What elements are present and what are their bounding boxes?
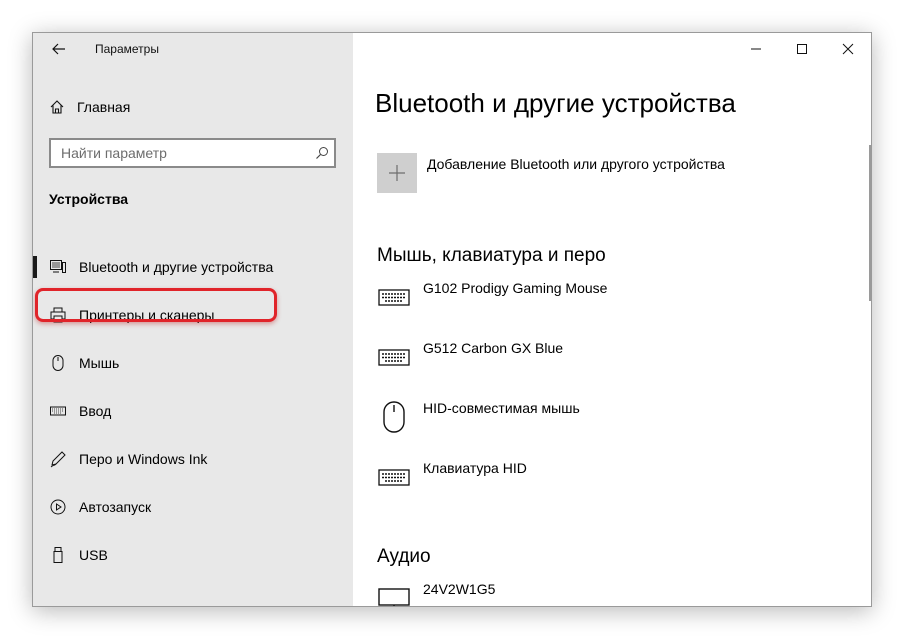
scrollbar[interactable] [869, 145, 871, 301]
app-title: Параметры [95, 42, 159, 56]
minimize-icon [751, 48, 761, 50]
device-item[interactable]: Клавиатура HID [377, 460, 527, 494]
maximize-icon [797, 44, 807, 54]
sidebar-item-autoplay[interactable]: Автозапуск [33, 483, 353, 531]
close-icon [842, 43, 854, 55]
search-box[interactable] [49, 138, 336, 168]
sidebar-item-input[interactable]: Ввод [33, 387, 353, 435]
section-heading: Устройства [49, 191, 129, 207]
sidebar-item-mouse[interactable]: Мышь [33, 339, 353, 387]
main-pane: Bluetooth и другие устройства Добавление… [353, 33, 871, 606]
maximize-button[interactable] [779, 33, 825, 65]
devices-icon [49, 258, 67, 276]
plus-icon [389, 165, 405, 181]
device-name: HID-совместимая мышь [423, 400, 580, 416]
keyboard-icon [377, 280, 411, 314]
add-device-button[interactable]: Добавление Bluetooth или другого устройс… [377, 153, 725, 193]
sidebar-item-usb[interactable]: USB [33, 531, 353, 579]
sidebar-item-label: Bluetooth и другие устройства [79, 259, 274, 275]
device-item[interactable]: G512 Carbon GX Blue [377, 340, 563, 374]
device-name: Клавиатура HID [423, 460, 527, 476]
minimize-button[interactable] [733, 33, 779, 65]
device-name: G102 Prodigy Gaming Mouse [423, 280, 608, 296]
keyboard-icon [377, 460, 411, 494]
home-nav-item[interactable]: Главная [49, 97, 130, 117]
settings-window: Параметры Главная Устройства [32, 32, 872, 607]
sidebar-item-label: USB [79, 547, 108, 563]
group-heading-audio: Аудио [377, 546, 431, 567]
sidebar-item-pen[interactable]: Перо и Windows Ink [33, 435, 353, 483]
sidebar-item-label: Мышь [79, 355, 120, 371]
keyboard-icon [49, 402, 67, 420]
autoplay-icon [49, 498, 67, 516]
monitor-icon [377, 581, 411, 606]
device-name: 24V2W1G5 [423, 581, 496, 597]
add-device-label: Добавление Bluetooth или другого устройс… [427, 156, 725, 172]
back-button[interactable] [51, 41, 67, 57]
mouse-icon [377, 400, 411, 434]
usb-icon [49, 546, 67, 564]
group-heading-input-devices: Мышь, клавиатура и перо [377, 245, 606, 266]
sidebar-nav: Bluetooth и другие устройства Принтеры и… [33, 243, 353, 579]
sidebar-item-label: Ввод [79, 403, 112, 419]
sidebar-item-printers[interactable]: Принтеры и сканеры [33, 291, 353, 339]
sidebar-item-label: Принтеры и сканеры [79, 307, 215, 323]
device-name: G512 Carbon GX Blue [423, 340, 564, 356]
device-item[interactable]: G102 Prodigy Gaming Mouse [377, 280, 607, 314]
device-item[interactable]: HID-совместимая мышь [377, 400, 580, 434]
mouse-icon [49, 354, 67, 372]
sidebar-item-label: Перо и Windows Ink [79, 451, 208, 467]
sidebar-item-bluetooth[interactable]: Bluetooth и другие устройства [33, 243, 353, 291]
search-icon[interactable] [310, 146, 334, 160]
home-icon [50, 100, 64, 114]
add-tile [377, 153, 417, 193]
device-item[interactable]: 24V2W1G5 [377, 581, 496, 606]
sidebar-item-label: Автозапуск [79, 499, 152, 515]
search-input[interactable] [51, 140, 310, 166]
home-label: Главная [77, 99, 131, 115]
sidebar: Параметры Главная Устройства [33, 33, 353, 606]
printer-icon [49, 306, 67, 324]
page-title: Bluetooth и другие устройства [375, 88, 736, 118]
back-arrow-icon [52, 43, 65, 55]
close-button[interactable] [825, 33, 871, 65]
pen-icon [49, 450, 67, 468]
keyboard-icon [377, 340, 411, 374]
